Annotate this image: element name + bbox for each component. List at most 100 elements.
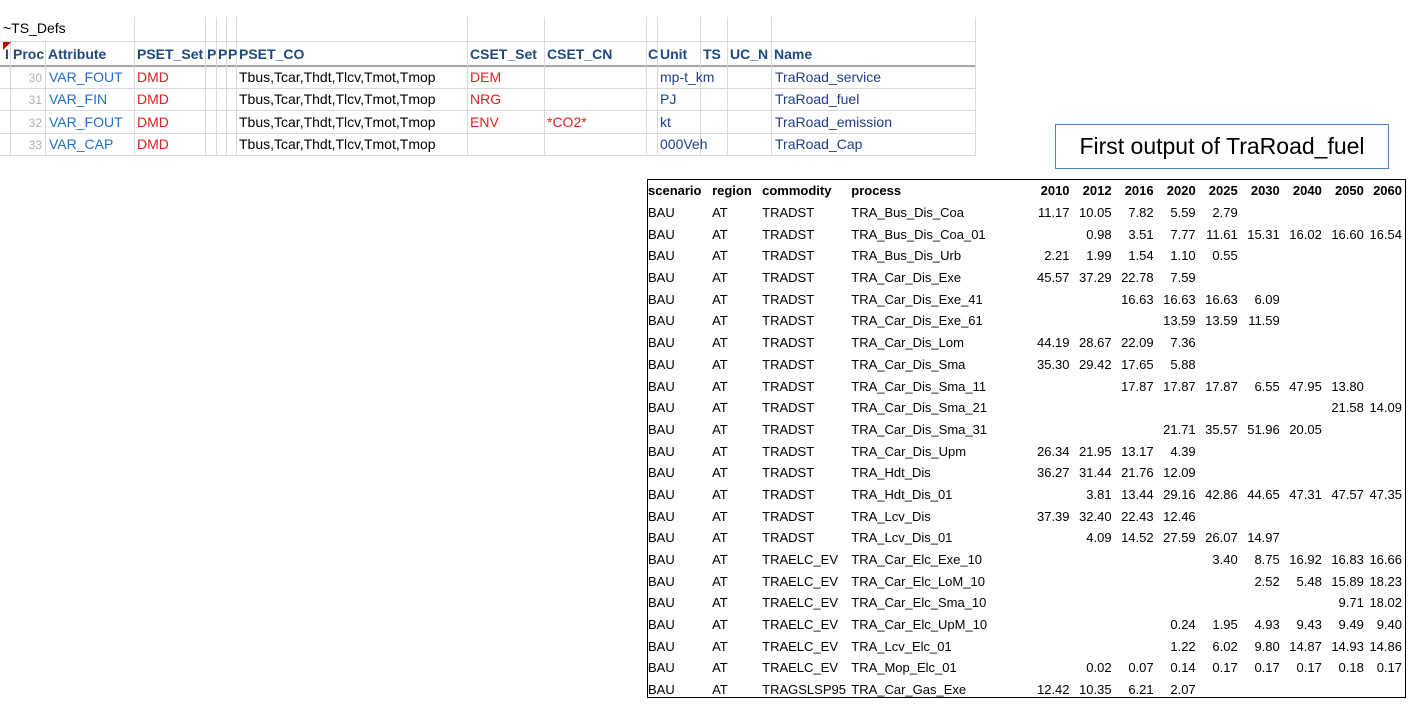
output-cell[interactable]: TRA_Car_Dis_Exe — [851, 267, 1032, 289]
output-cell[interactable] — [1199, 354, 1241, 376]
cell-attribute[interactable]: VAR_FIN — [49, 91, 107, 107]
output-column-header[interactable]: 2030 — [1241, 180, 1283, 202]
output-cell[interactable]: 0.14 — [1157, 657, 1199, 679]
output-cell[interactable] — [1325, 440, 1367, 462]
output-column-header[interactable]: 2012 — [1073, 180, 1115, 202]
output-cell[interactable]: 16.54 — [1367, 223, 1405, 245]
output-cell[interactable]: BAU — [648, 462, 712, 484]
output-cell[interactable] — [1115, 310, 1157, 332]
header-pset-co[interactable]: PSET_CO — [239, 46, 304, 62]
cell-pset-co[interactable]: Tbus,Tcar,Thdt,Tlcv,Tmot,Tmop — [239, 136, 436, 152]
output-cell[interactable]: 16.60 — [1325, 223, 1367, 245]
output-cell[interactable] — [1032, 223, 1072, 245]
output-cell[interactable]: TRADST — [762, 484, 851, 506]
output-cell[interactable]: 8.75 — [1241, 549, 1283, 571]
cell-unit[interactable]: 000Veh — [660, 136, 708, 152]
output-cell[interactable]: 14.93 — [1325, 635, 1367, 657]
output-cell[interactable]: 1.95 — [1199, 614, 1241, 636]
output-cell[interactable]: TRADST — [762, 245, 851, 267]
output-cell[interactable]: 16.63 — [1199, 288, 1241, 310]
cell-pset-co[interactable]: Tbus,Tcar,Thdt,Tlcv,Tmot,Tmop — [239, 114, 436, 130]
output-cell[interactable] — [1367, 527, 1405, 549]
header-attribute[interactable]: Attribute — [48, 46, 106, 62]
output-cell[interactable]: BAU — [648, 310, 712, 332]
output-cell[interactable]: 17.65 — [1115, 354, 1157, 376]
output-cell[interactable]: TRAGSLSP95 — [762, 679, 851, 697]
output-cell[interactable]: TRA_Car_Dis_Sma_21 — [851, 397, 1032, 419]
header-cset-cn[interactable]: CSET_CN — [547, 46, 612, 62]
output-cell[interactable]: AT — [712, 332, 762, 354]
output-cell[interactable]: 0.18 — [1325, 657, 1367, 679]
output-cell[interactable]: AT — [712, 288, 762, 310]
output-cell[interactable] — [1032, 484, 1072, 506]
output-column-header[interactable]: 2010 — [1032, 180, 1072, 202]
output-cell[interactable]: TRAELC_EV — [762, 657, 851, 679]
output-cell[interactable] — [1073, 570, 1115, 592]
output-cell[interactable] — [1367, 419, 1405, 441]
output-cell[interactable]: TRADST — [762, 397, 851, 419]
output-cell[interactable]: 9.49 — [1325, 614, 1367, 636]
output-cell[interactable] — [1073, 375, 1115, 397]
output-cell[interactable]: TRA_Lcv_Dis_01 — [851, 527, 1032, 549]
output-cell[interactable] — [1115, 419, 1157, 441]
output-cell[interactable]: 16.63 — [1157, 288, 1199, 310]
output-cell[interactable] — [1325, 505, 1367, 527]
output-cell[interactable]: 22.78 — [1115, 267, 1157, 289]
cell-attribute[interactable]: VAR_CAP — [49, 136, 113, 152]
output-cell[interactable]: TRA_Lcv_Elc_01 — [851, 635, 1032, 657]
cell-pset-set[interactable]: DMD — [137, 69, 169, 85]
output-cell[interactable]: 44.65 — [1241, 484, 1283, 506]
output-cell[interactable] — [1241, 679, 1283, 697]
output-cell[interactable]: 6.02 — [1199, 635, 1241, 657]
output-cell[interactable]: BAU — [648, 375, 712, 397]
output-cell[interactable] — [1032, 635, 1072, 657]
output-cell[interactable]: TRA_Hdt_Dis — [851, 462, 1032, 484]
output-cell[interactable] — [1367, 679, 1405, 697]
output-cell[interactable] — [1199, 267, 1241, 289]
output-cell[interactable]: TRADST — [762, 505, 851, 527]
output-cell[interactable] — [1325, 462, 1367, 484]
output-cell[interactable]: 35.57 — [1199, 419, 1241, 441]
output-cell[interactable] — [1241, 354, 1283, 376]
output-cell[interactable]: 5.48 — [1283, 570, 1325, 592]
output-cell[interactable]: 14.09 — [1367, 397, 1405, 419]
output-cell[interactable]: 32.40 — [1073, 505, 1115, 527]
output-cell[interactable]: 0.02 — [1073, 657, 1115, 679]
output-cell[interactable]: BAU — [648, 202, 712, 224]
output-column-header[interactable]: 2025 — [1199, 180, 1241, 202]
output-cell[interactable]: 22.43 — [1115, 505, 1157, 527]
output-cell[interactable]: TRA_Hdt_Dis_01 — [851, 484, 1032, 506]
output-cell[interactable] — [1367, 332, 1405, 354]
output-cell[interactable]: 42.86 — [1199, 484, 1241, 506]
output-cell[interactable]: 10.35 — [1073, 679, 1115, 697]
output-cell[interactable] — [1283, 462, 1325, 484]
output-cell[interactable]: 21.71 — [1157, 419, 1199, 441]
output-cell[interactable]: TRADST — [762, 527, 851, 549]
output-cell[interactable] — [1073, 397, 1115, 419]
output-cell[interactable]: TRA_Car_Elc_Exe_10 — [851, 549, 1032, 571]
output-cell[interactable] — [1199, 592, 1241, 614]
output-cell[interactable]: 5.88 — [1157, 354, 1199, 376]
output-cell[interactable] — [1032, 419, 1072, 441]
output-cell[interactable]: BAU — [648, 614, 712, 636]
output-cell[interactable]: AT — [712, 462, 762, 484]
output-cell[interactable]: AT — [712, 375, 762, 397]
output-cell[interactable]: 21.95 — [1073, 440, 1115, 462]
output-cell[interactable] — [1157, 549, 1199, 571]
output-cell[interactable] — [1073, 419, 1115, 441]
output-cell[interactable] — [1073, 549, 1115, 571]
output-cell[interactable]: TRA_Car_Dis_Exe_61 — [851, 310, 1032, 332]
output-cell[interactable] — [1367, 202, 1405, 224]
cell-cset-set[interactable]: NRG — [470, 91, 501, 107]
output-cell[interactable] — [1032, 397, 1072, 419]
output-cell[interactable]: 6.55 — [1241, 375, 1283, 397]
output-cell[interactable] — [1199, 679, 1241, 697]
output-cell[interactable]: AT — [712, 570, 762, 592]
output-cell[interactable]: 21.76 — [1115, 462, 1157, 484]
output-cell[interactable]: 4.39 — [1157, 440, 1199, 462]
output-cell[interactable] — [1115, 635, 1157, 657]
output-cell[interactable] — [1241, 397, 1283, 419]
cell-name[interactable]: TraRoad_Cap — [775, 136, 862, 152]
output-cell[interactable]: TRADST — [762, 462, 851, 484]
output-cell[interactable] — [1325, 202, 1367, 224]
